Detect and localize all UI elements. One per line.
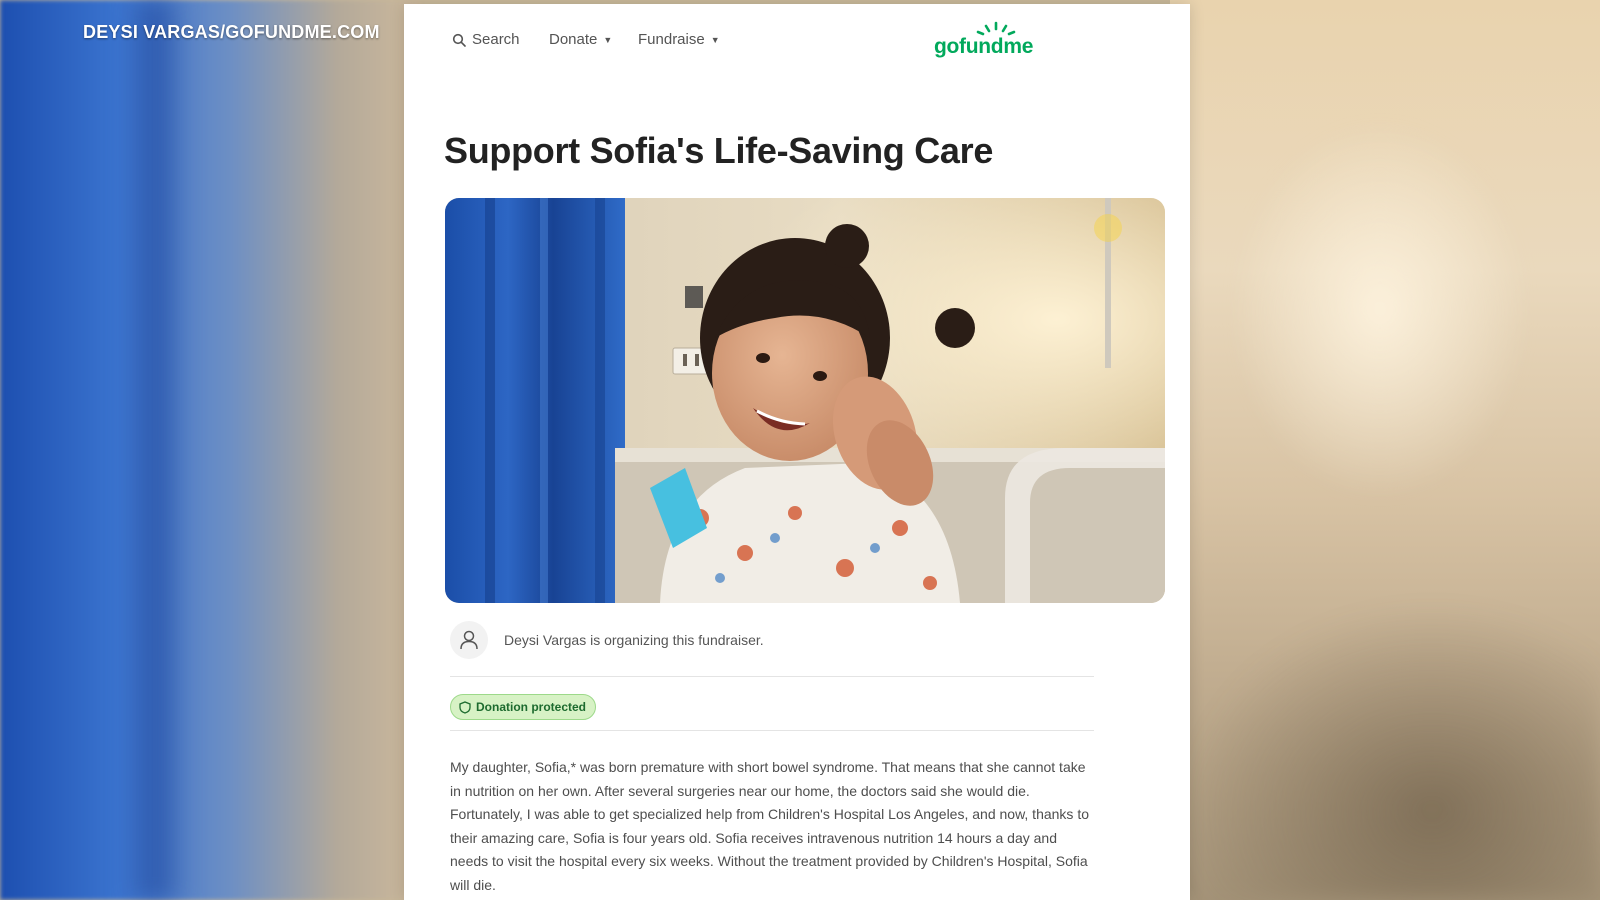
organizer-text: Deysi Vargas is organizing this fundrais…: [504, 632, 764, 648]
avatar[interactable]: [450, 621, 488, 659]
campaign-photo: [445, 198, 1165, 603]
user-icon: [460, 630, 478, 650]
source-watermark: DEYSI VARGAS/GOFUNDME.COM: [83, 22, 380, 42]
campaign-photo-illustration: [445, 198, 1165, 603]
search-icon: [452, 33, 466, 47]
fundraise-label: Fundraise: [638, 31, 705, 48]
top-nav: Search Donate ▼ Fundraise ▼ gofundme: [404, 4, 1190, 76]
search-button[interactable]: Search: [452, 31, 520, 48]
organizer-row: Deysi Vargas is organizing this fundrais…: [450, 616, 1090, 664]
donate-menu[interactable]: Donate ▼: [549, 31, 612, 48]
chevron-down-icon: ▼: [603, 34, 613, 45]
gofundme-logo[interactable]: gofundme: [934, 20, 1044, 64]
divider: [450, 730, 1094, 731]
fundraise-menu[interactable]: Fundraise ▼: [638, 31, 720, 48]
badge-label: Donation protected: [476, 700, 586, 714]
search-label: Search: [472, 31, 520, 48]
shield-icon: [459, 700, 471, 714]
chevron-down-icon: ▼: [710, 34, 720, 45]
campaign-title: Support Sofia's Life-Saving Care: [444, 130, 994, 171]
logo-wordmark: gofundme: [934, 35, 1034, 58]
fundraiser-page: Search Donate ▼ Fundraise ▼ gofundme Sup…: [404, 4, 1190, 900]
campaign-story: My daughter, Sofia,* was born premature …: [450, 759, 1089, 893]
donation-protected-badge[interactable]: Donation protected: [450, 694, 596, 720]
donate-label: Donate: [549, 31, 598, 48]
divider: [450, 676, 1094, 677]
